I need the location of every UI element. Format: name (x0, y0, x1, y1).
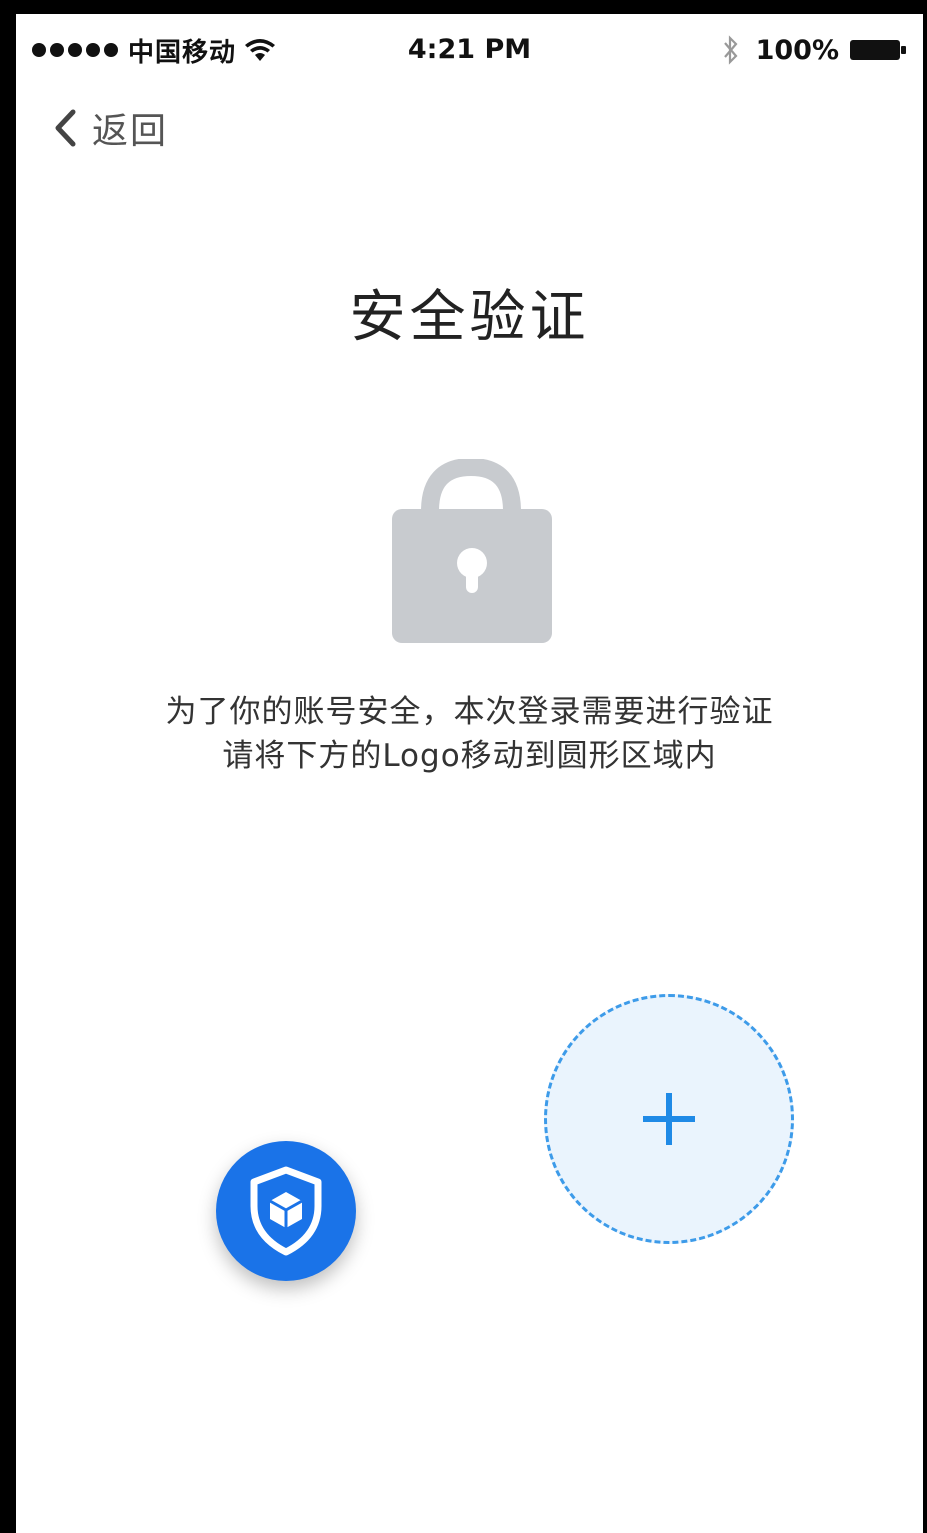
status-bar: 中国移动 4:21 PM 100% (16, 14, 923, 86)
battery-icon (850, 40, 906, 60)
instruction-line-2: 请将下方的Logo移动到圆形区域内 (222, 738, 717, 774)
page-title: 安全验证 (349, 285, 590, 350)
screen: 中国移动 4:21 PM 100% 返回 安全验证 为了你的账号安全，本次登录需… (16, 14, 923, 1533)
instructions: 为了你的账号安全，本次登录需要进行验证 请将下方的Logo移动到圆形区域内 (16, 690, 923, 778)
lock-icon (392, 459, 552, 643)
drop-target-circle[interactable] (544, 994, 794, 1244)
battery-percent: 100% (755, 34, 839, 66)
shield-cube-icon (250, 1166, 322, 1256)
status-right: 100% (720, 34, 907, 66)
phone-frame: 中国移动 4:21 PM 100% 返回 安全验证 为了你的账号安全，本次登录需… (0, 0, 927, 1533)
back-label: 返回 (92, 111, 169, 152)
draggable-logo[interactable] (216, 1141, 356, 1281)
instruction-line-1: 为了你的账号安全，本次登录需要进行验证 (165, 694, 774, 730)
back-button[interactable]: 返回 (52, 102, 168, 154)
plus-icon (643, 1093, 695, 1145)
bluetooth-icon (723, 35, 738, 65)
chevron-left-icon (55, 109, 76, 147)
